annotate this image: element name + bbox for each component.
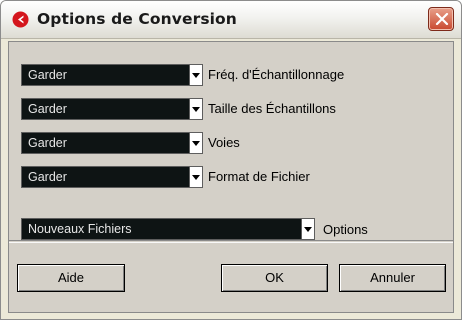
sample-size-dropdown-button[interactable] — [189, 98, 203, 120]
chevron-down-icon — [304, 227, 312, 232]
options-select[interactable]: Nouveaux Fichiers — [21, 218, 302, 240]
ok-button[interactable]: OK — [221, 264, 328, 292]
sample-rate-row: Garder Fréq. d'Échantillonnage — [21, 64, 421, 86]
dialog-body: Garder Fréq. d'Échantillonnage Garder Ta… — [8, 41, 454, 313]
sample-size-select[interactable]: Garder — [21, 98, 190, 120]
channels-select[interactable]: Garder — [21, 132, 190, 154]
channels-row: Garder Voies — [21, 132, 421, 154]
options-dropdown-button[interactable] — [301, 218, 315, 240]
chevron-down-icon — [192, 73, 200, 78]
conversion-options-dialog: Options de Conversion Garder Fréq. d'Éch… — [0, 0, 462, 320]
chevron-down-icon — [192, 107, 200, 112]
sample-size-label: Taille des Échantillons — [208, 101, 336, 116]
cubase-logo-icon — [12, 11, 29, 28]
dialog-title: Options de Conversion — [37, 10, 237, 28]
footer-divider — [9, 240, 453, 241]
options-row: Nouveaux Fichiers Options — [21, 218, 441, 240]
sample-rate-dropdown-button[interactable] — [189, 64, 203, 86]
sample-size-row: Garder Taille des Échantillons — [21, 98, 421, 120]
chevron-down-icon — [192, 175, 200, 180]
sample-rate-label: Fréq. d'Échantillonnage — [208, 67, 345, 82]
options-label: Options — [323, 222, 368, 237]
channels-dropdown-button[interactable] — [189, 132, 203, 154]
close-button[interactable] — [428, 7, 454, 31]
file-format-row: Garder Format de Fichier — [21, 166, 421, 188]
file-format-select[interactable]: Garder — [21, 166, 190, 188]
sample-rate-select[interactable]: Garder — [21, 64, 190, 86]
file-format-label: Format de Fichier — [208, 169, 310, 184]
channels-label: Voies — [208, 135, 240, 150]
chevron-down-icon — [192, 141, 200, 146]
title-bar[interactable]: Options de Conversion — [1, 1, 461, 39]
cancel-button[interactable]: Annuler — [339, 264, 446, 292]
help-button[interactable]: Aide — [17, 264, 125, 292]
close-icon — [435, 13, 449, 25]
file-format-dropdown-button[interactable] — [189, 166, 203, 188]
